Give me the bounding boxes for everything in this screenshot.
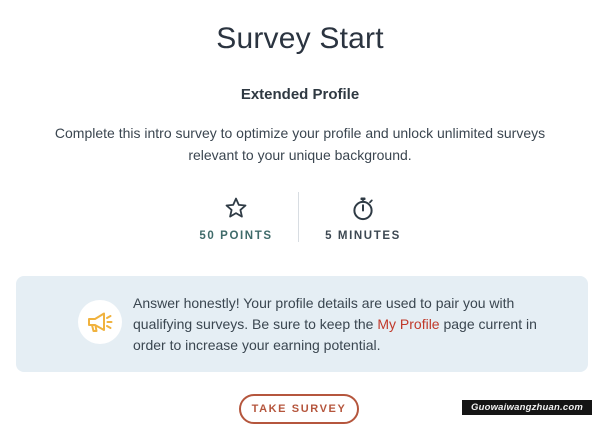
page-subtitle: Extended Profile [240, 86, 360, 103]
megaphone-badge [78, 300, 122, 344]
honesty-notice: Answer honestly! Your profile details ar… [16, 276, 588, 372]
megaphone-icon [88, 312, 113, 332]
duration-label: 5 MINUTES [325, 230, 401, 242]
intro-description: Complete this intro survey to optimize y… [54, 125, 546, 163]
take-survey-button[interactable]: TAKE SURVEY [239, 394, 359, 424]
stopwatch-icon [293, 196, 433, 224]
survey-start-page: Survey Start Extended Profile Complete t… [0, 0, 600, 424]
watermark: Guowaiwangzhuan.com [462, 400, 592, 415]
points-stat: 50 POINTS [166, 196, 306, 242]
star-icon [166, 196, 306, 224]
page-title: Survey Start [216, 22, 384, 55]
points-label: 50 POINTS [199, 230, 273, 242]
survey-stats: 50 POINTS 5 MINUTES [0, 196, 600, 248]
duration-stat: 5 MINUTES [293, 196, 433, 242]
notice-text: Answer honestly! Your profile details ar… [133, 293, 573, 356]
my-profile-link[interactable]: My Profile [377, 316, 439, 332]
stats-divider [298, 192, 299, 242]
